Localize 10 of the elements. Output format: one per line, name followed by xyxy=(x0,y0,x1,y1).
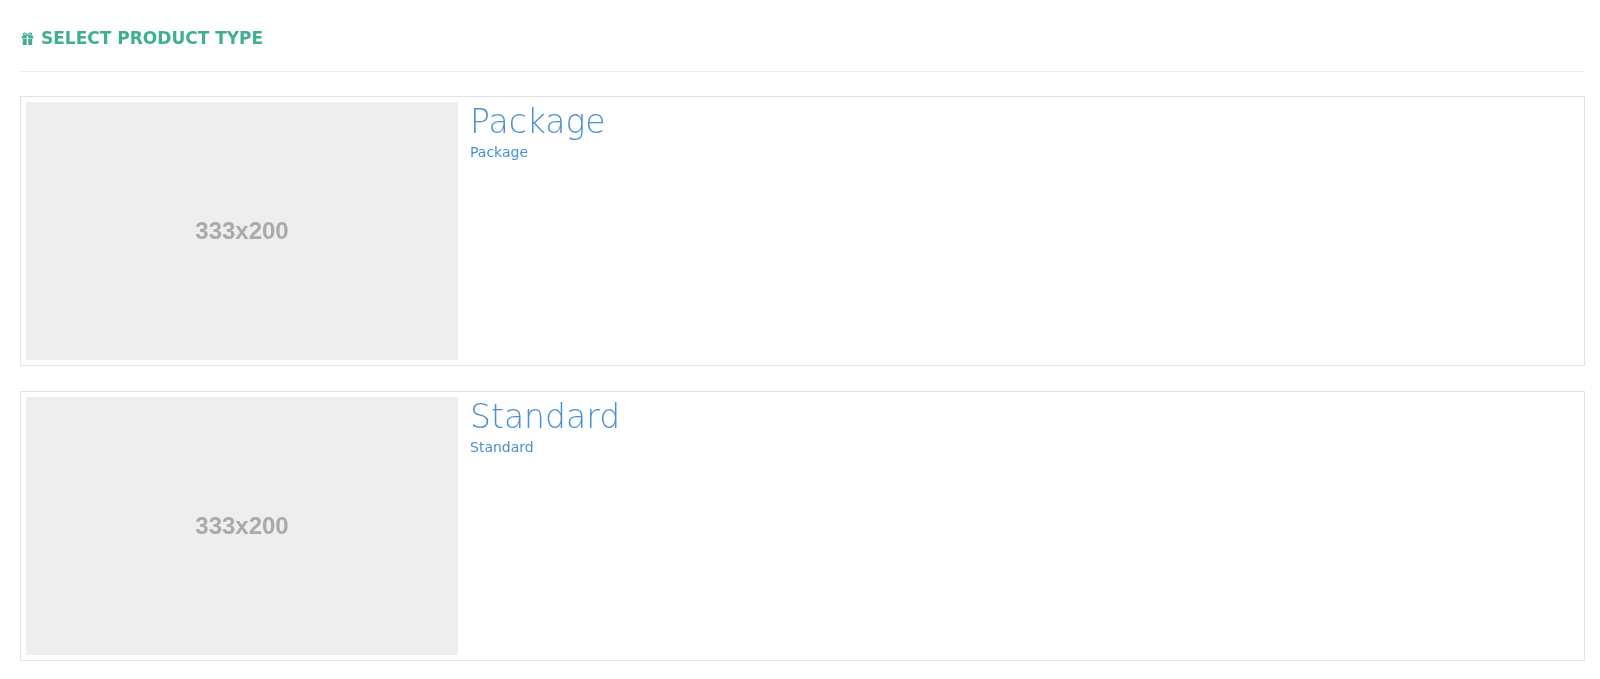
product-subtitle: Package xyxy=(470,144,529,160)
section-heading: SELECT PRODUCT TYPE xyxy=(41,28,264,48)
gift-icon xyxy=(20,30,35,46)
image-placeholder: 333x200 xyxy=(26,397,458,655)
product-title[interactable]: Standard xyxy=(470,397,621,437)
product-subtitle: Standard xyxy=(470,439,534,455)
product-title[interactable]: Package xyxy=(470,102,606,142)
product-card[interactable]: 333x200 Standard Standard xyxy=(20,391,1585,661)
image-placeholder: 333x200 xyxy=(26,102,458,360)
product-card[interactable]: 333x200 Package Package xyxy=(20,96,1585,366)
